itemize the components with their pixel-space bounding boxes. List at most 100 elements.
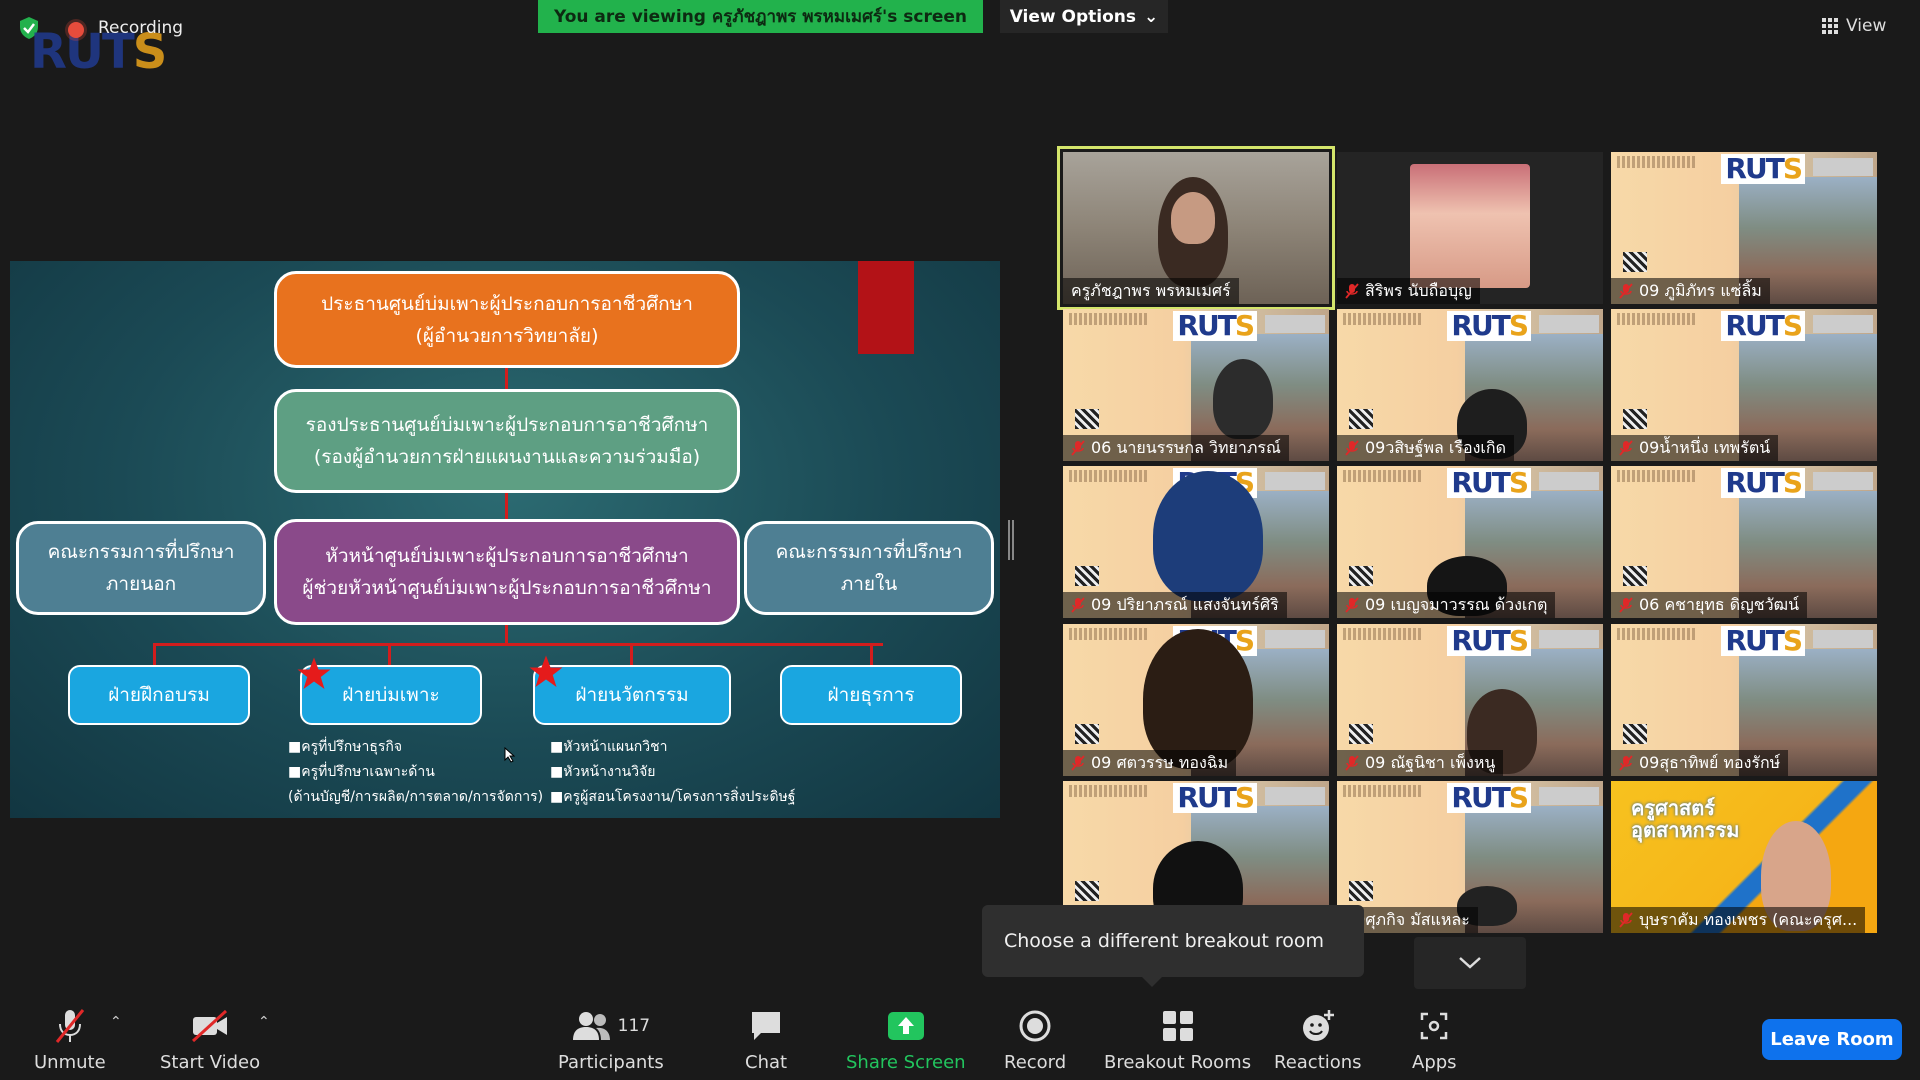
participant-name: 09สุธาทิพย์ ทองรักษ์ <box>1639 752 1781 772</box>
participant-video-tile[interactable]: RUTS 09 เบญจมาวรรณ ด้วงเกตุ <box>1337 466 1603 618</box>
participant-name: 09 ภูมิภัทร แซ่ลิ้ม <box>1639 280 1762 300</box>
connector-line <box>505 493 508 519</box>
participants-button[interactable]: 117 Participants <box>558 1006 664 1073</box>
muted-mic-icon <box>1619 440 1633 456</box>
participant-name: สิริพร นับถือบุญ <box>1365 280 1472 300</box>
ruts-logo: RUTS <box>1721 311 1805 341</box>
participant-video-tile[interactable]: สิริพร นับถือบุญ <box>1337 152 1603 304</box>
apps-icon <box>1421 1012 1448 1040</box>
muted-mic-icon <box>1345 440 1359 456</box>
participants-icon <box>572 1012 610 1040</box>
ruts-logo: RUTS <box>1173 783 1257 813</box>
participant-silhouette <box>1213 359 1273 439</box>
bg-badge <box>1539 315 1599 333</box>
active-speaker-video-tile[interactable]: ครูภัชฎาพร พรหมเมศร์ <box>1057 146 1335 310</box>
participant-face <box>1171 192 1215 244</box>
leave-room-button[interactable]: Leave Room <box>1762 1019 1902 1060</box>
qr-code <box>1349 881 1373 901</box>
breakout-rooms-button[interactable]: Breakout Rooms <box>1104 1006 1251 1073</box>
muted-mic-icon <box>1345 283 1359 299</box>
bg-caption <box>1617 628 1697 640</box>
slide-red-block <box>858 261 914 354</box>
participant-video-tile[interactable]: RUTS 06 นายนรรษกล วิทยาภรณ์ <box>1063 309 1329 461</box>
participant-video-tile[interactable]: ครูศาสตร์ อุตสาหกรรม บุษราคัม ทองเพชร (คณ… <box>1611 781 1877 933</box>
org-box-line: (ผู้อำนวยการวิทยาลัย) <box>415 324 599 347</box>
bg-badge <box>1813 158 1873 176</box>
dept-admin: ฝ่ายธุรการ <box>780 665 962 725</box>
chat-label: Chat <box>745 1052 788 1073</box>
chat-button[interactable]: Chat <box>745 1006 787 1073</box>
bg-badge <box>1265 787 1325 805</box>
bg-caption <box>1343 313 1423 325</box>
microphone-muted-icon <box>55 1009 84 1043</box>
record-button[interactable]: Record <box>1004 1006 1066 1073</box>
qr-code <box>1349 724 1373 744</box>
split-resize-handle[interactable] <box>1008 520 1014 560</box>
bg-badge <box>1539 630 1599 648</box>
participant-name-bar: สิริพร นับถือบุญ <box>1337 278 1480 304</box>
participant-video-tile[interactable]: RUTS 09สุธาทิพย์ ทองรักษ์ <box>1611 624 1877 776</box>
bg-caption <box>1069 313 1149 325</box>
viewing-screen-banner: You are viewing ครูภัชฎาพร พรหมเมศร์'s s… <box>538 0 983 33</box>
bg-caption <box>1617 156 1697 168</box>
muted-mic-icon <box>1619 597 1633 613</box>
participant-video-tile[interactable]: RUTS 09วสิษฐ์พล เรืองเกิด <box>1337 309 1603 461</box>
reactions-button[interactable]: Reactions <box>1274 1006 1362 1073</box>
ruts-logo: RUTS <box>1721 468 1805 498</box>
org-box-internal-committee: คณะกรรมการที่ปรึกษา ภายใน <box>744 521 994 615</box>
bg-caption <box>1343 785 1423 797</box>
bg-badge <box>1813 630 1873 648</box>
participant-name-bar: 09 ศตวรรษ ทองฉิม <box>1063 750 1237 776</box>
participant-video-tile[interactable]: RUTS 06 คชายุทธ ดิญชวัฒน์ <box>1611 466 1877 618</box>
muted-mic-icon <box>1619 755 1633 771</box>
video-options-caret[interactable]: ⌃ <box>258 1014 270 1030</box>
bg-caption <box>1069 628 1149 640</box>
participant-name-bar: 06 คชายุทธ ดิญชวัฒน์ <box>1611 592 1808 618</box>
unmute-button[interactable]: Unmute <box>34 1006 106 1073</box>
bg-caption <box>1343 628 1423 640</box>
recording-label: Recording <box>98 18 184 38</box>
participant-name-bar: 09 ณัฐนิชา เพ็งหนู <box>1337 750 1504 776</box>
connector-line <box>153 643 156 665</box>
org-box-line: ภายใน <box>840 573 898 595</box>
muted-mic-icon <box>1619 283 1633 299</box>
share-screen-button[interactable]: Share Screen <box>846 1006 966 1073</box>
org-box-line: คณะกรรมการที่ปรึกษา <box>47 541 235 563</box>
participant-name-bar: 06 นายนรรษกล วิทยาภรณ์ <box>1063 435 1289 461</box>
video-off-icon <box>192 1009 228 1043</box>
org-box-line: ประธานศูนย์บ่มเพาะผู้ประกอบการอาชีวศึกษา <box>321 292 693 315</box>
start-video-button[interactable]: Start Video <box>160 1006 260 1073</box>
shared-screen-slide[interactable]: ประธานศูนย์บ่มเพาะผู้ประกอบการอาชีวศึกษา… <box>10 261 1000 818</box>
recording-dot-icon <box>68 22 84 38</box>
participant-video-tile[interactable]: RUTS09 ศตวรรษ ทองฉิม <box>1063 624 1329 776</box>
participant-video-tile[interactable]: RUTS 09ศุภกิจ มัสแหละ <box>1337 781 1603 933</box>
ruts-logo: RUTS <box>1721 626 1805 656</box>
participant-video-tile[interactable]: RUTS 09 ภูมิภัทร แซ่ลิ้ม <box>1611 152 1877 304</box>
org-box-line: (รองผู้อำนวยการฝ่ายแผนงานและความร่วมมือ) <box>313 446 701 468</box>
record-icon <box>1019 1010 1051 1042</box>
participant-name-bar: 09สุธาทิพย์ ทองรักษ์ <box>1611 750 1789 776</box>
participant-video-tile[interactable]: RUTS 09 ณัฐนิชา เพ็งหนู <box>1337 624 1603 776</box>
next-page-button[interactable] <box>1414 937 1526 989</box>
star-icon <box>529 655 563 687</box>
start-video-label: Start Video <box>160 1052 261 1073</box>
chat-icon <box>752 1012 781 1040</box>
view-button[interactable]: View <box>1822 8 1912 44</box>
apps-button[interactable]: Apps <box>1412 1006 1457 1073</box>
org-box-external-committee: คณะกรรมการที่ปรึกษา ภายนอก <box>16 521 266 615</box>
participant-video-tile[interactable]: RUTS09 ปริยาภรณ์ แสงจันทร์ศิริ <box>1063 466 1329 618</box>
audio-options-caret[interactable]: ⌃ <box>110 1014 122 1030</box>
view-label: View <box>1846 16 1887 36</box>
connector-line <box>630 643 633 665</box>
grid-view-icon <box>1822 18 1838 34</box>
participant-name-bar: 09 ปริยาภรณ์ แสงจันทร์ศิริ <box>1063 592 1287 618</box>
participant-name: บุษราคัม ทองเพชร (คณะครุศ... <box>1639 909 1858 929</box>
qr-code <box>1623 409 1647 429</box>
bg-badge <box>1265 472 1325 490</box>
org-box-line: หัวหน้าศูนย์บ่มเพาะผู้ประกอบการอาชีวศึกษ… <box>325 545 689 567</box>
org-box-head: หัวหน้าศูนย์บ่มเพาะผู้ประกอบการอาชีวศึกษ… <box>274 519 740 625</box>
participant-video-tile[interactable]: RUTS 09น้ำหนึ่ง เทพรัตน์ <box>1611 309 1877 461</box>
ruts-logo: RUTS <box>1447 311 1531 341</box>
view-options-button[interactable]: View Options ⌄ <box>1000 0 1168 33</box>
note-line: ■ครูผู้สอนโครงงาน/โครงการสิ่งประดิษฐ์ <box>550 789 796 805</box>
